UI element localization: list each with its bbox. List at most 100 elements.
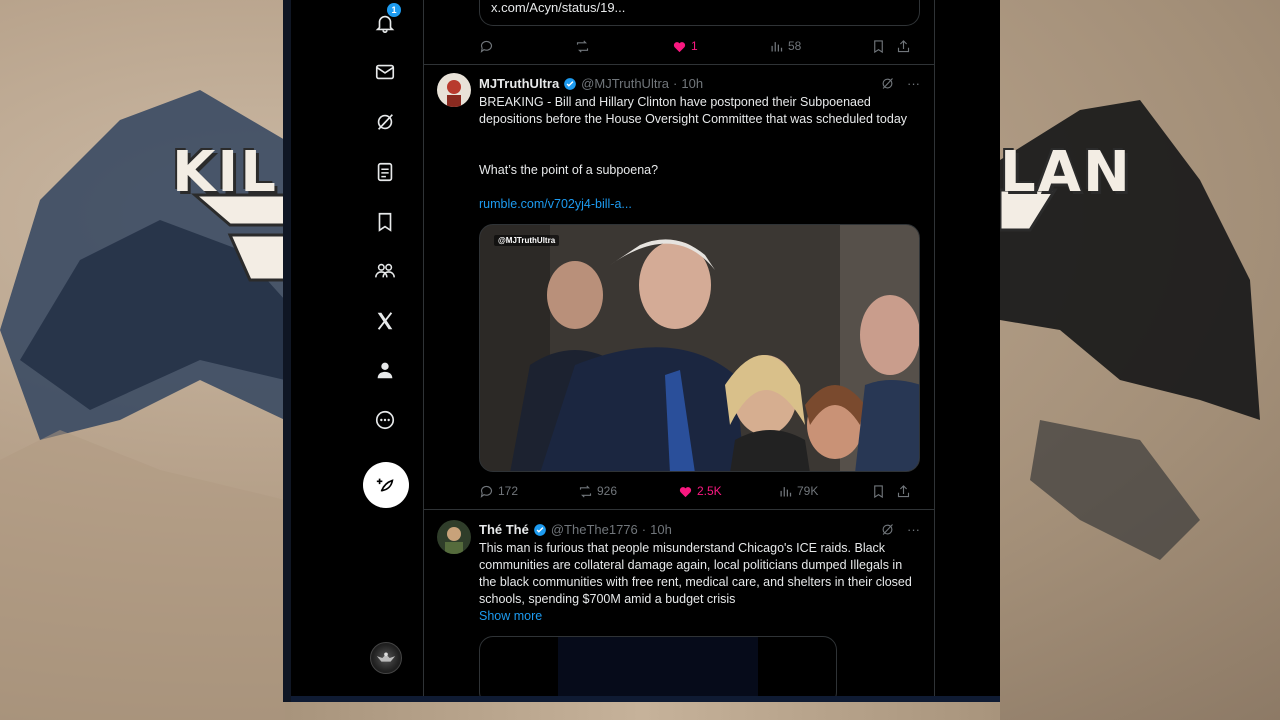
views-chart-icon bbox=[771, 41, 783, 51]
heart-filled-icon bbox=[673, 41, 686, 52]
compose-post-button[interactable] bbox=[363, 462, 409, 508]
like-count: 1 bbox=[691, 39, 698, 53]
nav-profile[interactable] bbox=[370, 355, 400, 385]
like-button[interactable]: 1 bbox=[672, 37, 698, 55]
tweet-question: What’s the point of a subpoena? bbox=[479, 163, 659, 177]
background-right: LAN bbox=[1000, 0, 1280, 720]
communities-icon bbox=[375, 263, 395, 278]
nav-lists[interactable] bbox=[370, 157, 400, 187]
account-avatar[interactable] bbox=[370, 642, 402, 674]
verified-badge-icon bbox=[564, 77, 577, 90]
background-logo-text-right: LAN bbox=[1000, 140, 1132, 205]
timestamp[interactable]: 10h bbox=[650, 522, 672, 537]
views-button[interactable]: 79K bbox=[778, 482, 818, 500]
repost-icon bbox=[579, 484, 592, 498]
like-count: 2.5K bbox=[697, 484, 722, 498]
more-circle-icon bbox=[375, 410, 395, 430]
view-count: 79K bbox=[797, 484, 819, 498]
user-handle[interactable]: @TheThe1776 bbox=[551, 522, 638, 537]
view-count: 58 bbox=[788, 39, 802, 53]
bookmark-button[interactable] bbox=[871, 482, 886, 500]
bookmark-icon bbox=[874, 484, 883, 498]
list-icon bbox=[377, 162, 393, 182]
photo-content bbox=[480, 225, 919, 471]
avatar-image bbox=[437, 73, 471, 107]
timeline-feed: x.com/Acyn/status/19... 1 58 MJTruthUltr… bbox=[424, 0, 935, 696]
repost-button[interactable]: 926 bbox=[578, 482, 617, 500]
more-options-icon[interactable]: ··· bbox=[907, 76, 920, 91]
eagle-emblem-icon bbox=[376, 652, 396, 662]
avatar[interactable] bbox=[437, 520, 471, 554]
nav-communities[interactable] bbox=[370, 256, 400, 286]
heart-filled-icon bbox=[679, 486, 692, 497]
tweet-media-video[interactable] bbox=[479, 636, 837, 696]
tweet1-actions: 172 926 2.5K 79K bbox=[479, 482, 920, 500]
video-frame bbox=[558, 637, 758, 696]
share-icon bbox=[897, 484, 910, 497]
display-name[interactable]: Thé Thé bbox=[479, 522, 529, 537]
display-name[interactable]: MJTruthUltra bbox=[479, 76, 559, 91]
bookmark-icon bbox=[378, 212, 392, 232]
background-logo-text: KIL bbox=[172, 140, 278, 205]
reply-count: 172 bbox=[498, 484, 519, 498]
feather-plus-icon bbox=[376, 478, 394, 492]
x-logo-icon bbox=[377, 312, 393, 330]
views-chart-icon bbox=[780, 486, 792, 496]
avatar[interactable] bbox=[437, 73, 471, 107]
nav-bookmarks[interactable] bbox=[370, 207, 400, 237]
tweet-header: Thé Thé @TheThe1776 · 10h bbox=[479, 522, 672, 537]
person-icon bbox=[377, 362, 393, 379]
bookmark-button[interactable] bbox=[871, 37, 886, 55]
nav-premium[interactable] bbox=[370, 306, 400, 336]
bookmark-icon bbox=[874, 39, 883, 53]
nav-more[interactable] bbox=[370, 405, 400, 435]
tweet-top-actions: ··· bbox=[880, 76, 920, 91]
nav-grok[interactable] bbox=[370, 107, 400, 137]
share-icon bbox=[897, 39, 910, 52]
show-more-link[interactable]: Show more bbox=[479, 608, 920, 625]
separator-dot: · bbox=[673, 76, 678, 91]
like-button[interactable]: 2.5K bbox=[678, 482, 722, 500]
tweet-divider bbox=[424, 64, 934, 65]
link-card-text: x.com/Acyn/status/19... bbox=[491, 0, 626, 15]
notification-badge: 1 bbox=[387, 3, 401, 17]
more-options-icon[interactable]: ··· bbox=[907, 522, 920, 537]
share-button[interactable] bbox=[896, 482, 911, 500]
prev-tweet-actions: 1 58 bbox=[479, 37, 920, 55]
grok-explain-icon[interactable] bbox=[880, 522, 895, 537]
reply-icon bbox=[480, 485, 493, 498]
avatar-image bbox=[437, 520, 471, 554]
tweet-divider bbox=[424, 509, 934, 510]
tweet-text: BREAKING - Bill and Hillary Clinton have… bbox=[479, 95, 908, 126]
tweet-text: This man is furious that people misunder… bbox=[479, 541, 912, 606]
reply-button[interactable]: 172 bbox=[479, 482, 518, 500]
envelope-icon bbox=[375, 64, 395, 80]
tweet-link[interactable]: rumble.com/v702yj4-bill-a... bbox=[479, 196, 920, 213]
repost-icon bbox=[576, 39, 589, 53]
repost-count: 926 bbox=[597, 484, 618, 498]
timestamp[interactable]: 10h bbox=[681, 76, 703, 91]
background-bottom bbox=[285, 700, 1000, 720]
verified-badge-icon bbox=[534, 523, 546, 536]
sidebar-nav: 1 bbox=[291, 0, 424, 696]
brush-stroke-right bbox=[1000, 100, 1260, 560]
tweet-media-image[interactable]: @MJTruthUltra bbox=[479, 224, 920, 472]
grok-explain-icon[interactable] bbox=[880, 76, 895, 91]
separator-dot: · bbox=[641, 522, 647, 537]
views-button[interactable]: 58 bbox=[769, 37, 801, 55]
tweet-header: MJTruthUltra @MJTruthUltra · 10h bbox=[479, 76, 703, 91]
repost-button[interactable] bbox=[575, 37, 590, 55]
brush-stroke-left bbox=[0, 90, 285, 720]
reply-icon bbox=[480, 40, 493, 53]
quoted-link-card[interactable]: x.com/Acyn/status/19... bbox=[479, 0, 920, 26]
x-app-window: 1 x.com/Acyn/status/19... 1 58 MJTruthUl… bbox=[283, 0, 1000, 702]
background-left: KIL bbox=[0, 0, 285, 720]
user-handle[interactable]: @MJTruthUltra bbox=[581, 76, 669, 91]
nav-notifications[interactable]: 1 bbox=[370, 3, 401, 38]
nav-messages[interactable] bbox=[370, 57, 400, 87]
tweet-top-actions: ··· bbox=[880, 522, 920, 537]
media-watermark-tag: @MJTruthUltra bbox=[494, 235, 560, 246]
reply-button[interactable] bbox=[479, 37, 494, 55]
share-button[interactable] bbox=[896, 37, 911, 55]
grok-icon bbox=[377, 114, 393, 130]
